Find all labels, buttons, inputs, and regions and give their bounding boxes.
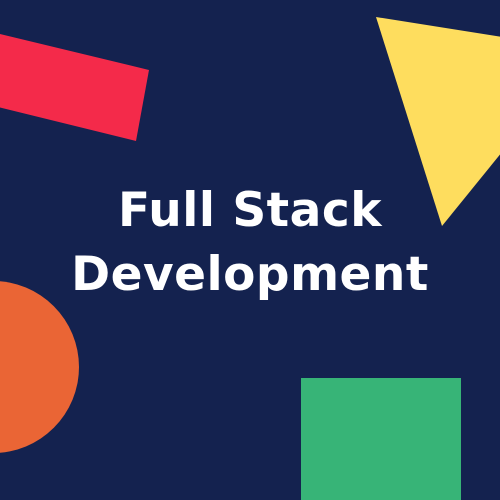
green-square-shape	[301, 378, 461, 500]
poster-canvas: Full Stack Development	[0, 0, 500, 500]
title-line-2: Development	[71, 247, 429, 302]
title-line-1: Full Stack	[118, 183, 382, 238]
